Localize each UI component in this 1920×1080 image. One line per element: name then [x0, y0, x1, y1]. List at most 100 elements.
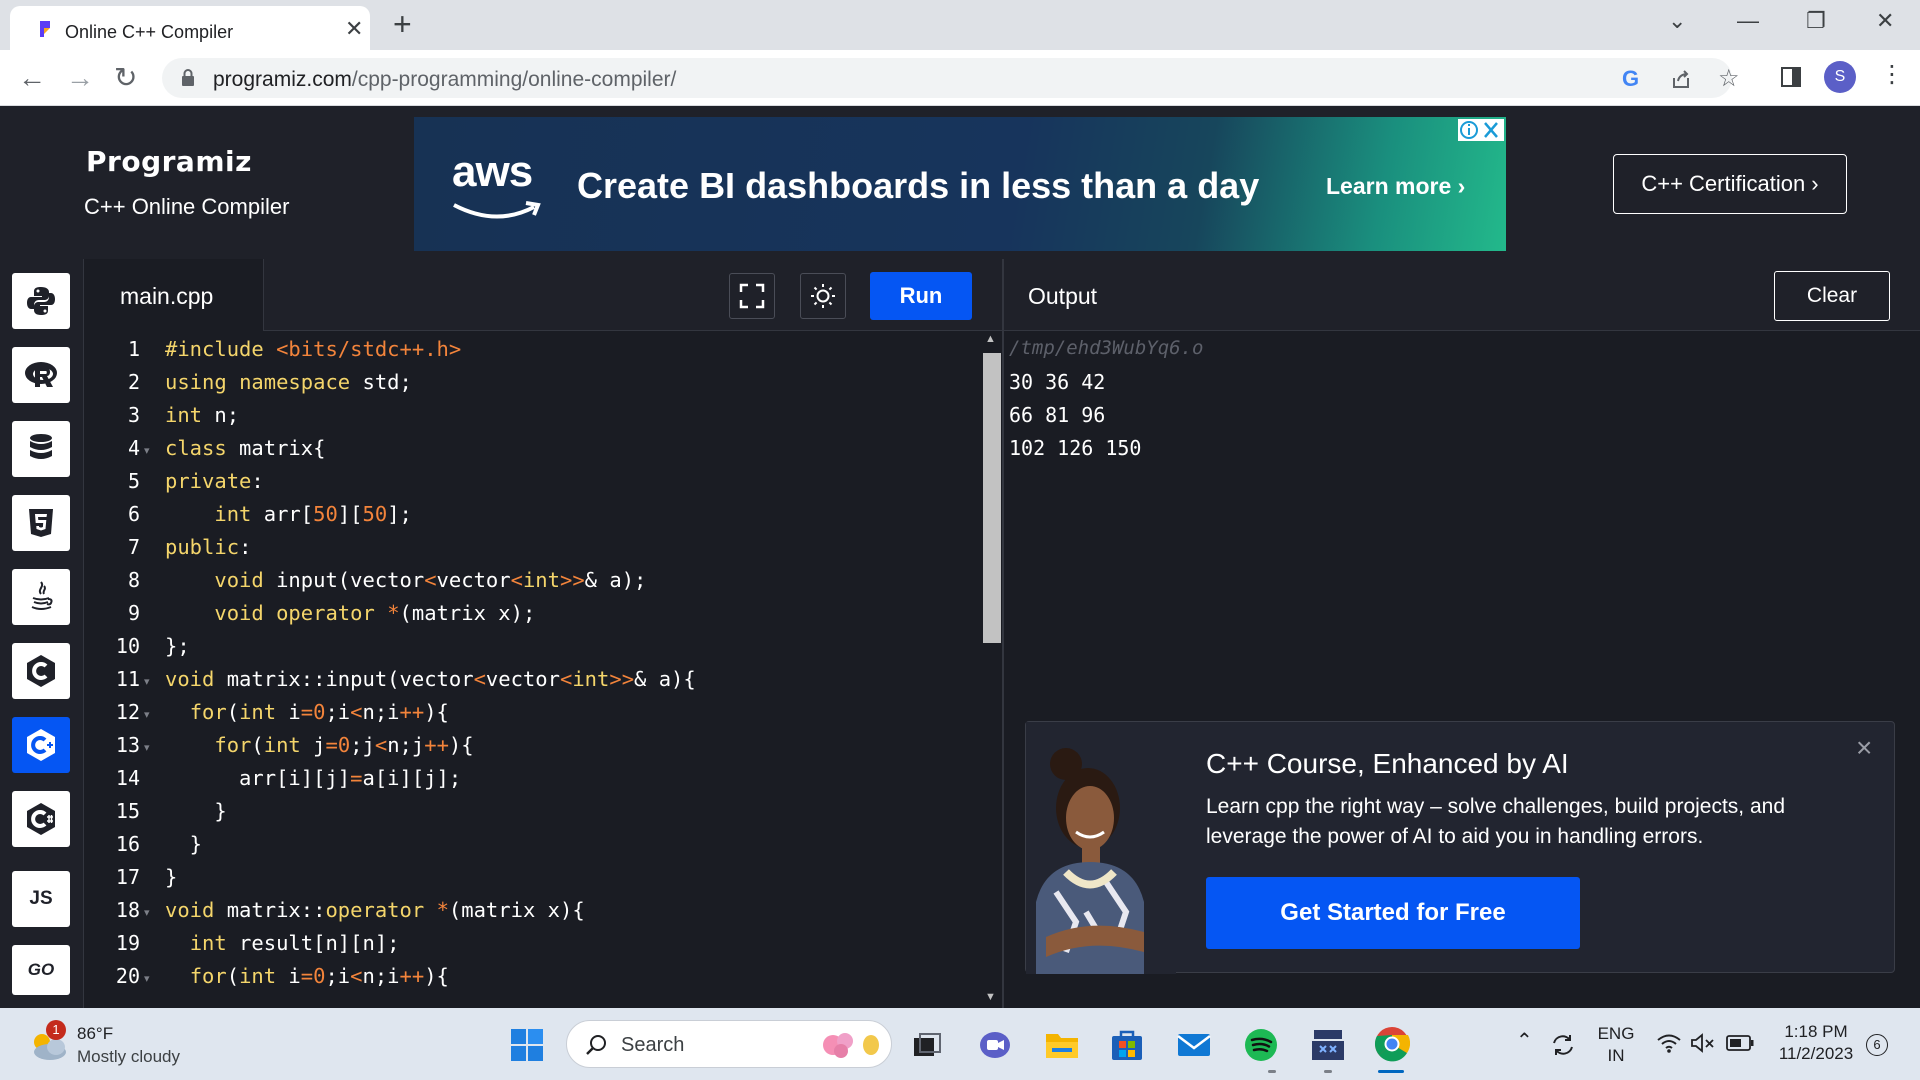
spotify-icon[interactable] — [1244, 1028, 1278, 1062]
r-icon — [25, 362, 57, 387]
address-bar[interactable]: programiz.com/cpp-programming/online-com… — [162, 58, 1740, 98]
fold-arrow-icon[interactable]: ▾ — [144, 444, 150, 457]
clock-date[interactable]: 11/2/2023 — [1770, 1044, 1862, 1064]
browser-menu-icon[interactable]: ⋮ — [1880, 60, 1904, 89]
language-indicator-top[interactable]: ENG — [1596, 1024, 1636, 1044]
editor-scrollbar[interactable]: ▲ ▼ — [978, 331, 1002, 1008]
google-icon[interactable]: G — [1622, 66, 1639, 92]
taskbar-search[interactable]: Search — [566, 1020, 892, 1068]
advertisement-banner[interactable]: aws Create BI dashboards in less than a … — [414, 117, 1506, 251]
aws-logo: aws — [452, 147, 533, 196]
code-line: void input(vector<vector<int>>& a); — [214, 568, 647, 592]
line-number: 1 — [127, 337, 140, 361]
language-sidebar: JS GO — [0, 259, 84, 1008]
java-language-button[interactable] — [12, 569, 70, 625]
code-line: for(int i=0;i<n;i++){ — [189, 964, 449, 988]
file-tab[interactable]: main.cpp — [84, 259, 264, 331]
sync-icon[interactable] — [1550, 1032, 1576, 1058]
language-indicator-bottom[interactable]: IN — [1596, 1046, 1636, 1066]
code-line: using namespace std; — [165, 370, 412, 394]
weather-description[interactable]: Mostly cloudy — [77, 1047, 180, 1067]
programiz-logo[interactable]: Programiz — [86, 145, 252, 178]
teams-chat-icon[interactable] — [978, 1030, 1012, 1060]
clear-button[interactable]: Clear — [1774, 271, 1890, 321]
mail-icon[interactable] — [1176, 1030, 1212, 1060]
python-language-button[interactable] — [12, 273, 70, 329]
weather-temperature[interactable]: 86°F — [77, 1024, 113, 1044]
line-number: 4 — [127, 436, 140, 460]
bookmark-star-icon[interactable]: ☆ — [1718, 64, 1740, 93]
lock-icon — [182, 69, 194, 86]
theme-toggle-button[interactable] — [800, 273, 846, 319]
html-language-button[interactable] — [12, 495, 70, 551]
minimize-icon[interactable]: — — [1737, 8, 1759, 34]
dev-cpp-icon[interactable] — [1310, 1026, 1346, 1062]
tab-close-icon[interactable]: ✕ — [345, 16, 363, 42]
fold-arrow-icon[interactable]: ▾ — [144, 972, 150, 985]
window-close-icon[interactable]: ✕ — [1876, 8, 1894, 34]
fullscreen-button[interactable] — [729, 273, 775, 319]
tab-search-icon[interactable]: ⌄ — [1668, 8, 1686, 34]
windows-start-icon[interactable] — [510, 1028, 544, 1062]
volume-muted-icon[interactable] — [1690, 1032, 1716, 1054]
tray-overflow-chevron-icon[interactable]: ⌃ — [1516, 1028, 1533, 1053]
sql-language-button[interactable] — [12, 421, 70, 477]
output-line: 66 81 96 — [1009, 403, 1106, 427]
instructor-photo — [1026, 722, 1176, 974]
clock-time[interactable]: 1:18 PM — [1770, 1022, 1862, 1042]
code-line: } — [165, 832, 203, 856]
restore-icon[interactable]: ❐ — [1806, 8, 1826, 34]
get-started-button[interactable]: Get Started for Free — [1206, 877, 1580, 949]
share-icon[interactable] — [1670, 68, 1692, 90]
promo-title: C++ Course, Enhanced by AI — [1206, 748, 1569, 779]
battery-icon[interactable] — [1726, 1034, 1754, 1052]
go-language-button[interactable]: GO — [12, 945, 70, 995]
fold-arrow-icon[interactable]: ▾ — [144, 906, 150, 919]
reload-icon[interactable]: ↻ — [114, 62, 137, 94]
code-editor[interactable]: 1 2 3 4 5 6 7 8 9 10 11 12 13 14 15 16 1… — [84, 331, 1002, 1008]
line-number: 12 — [115, 700, 140, 724]
code-line: void operator *(matrix x); — [214, 601, 536, 625]
javascript-language-button[interactable]: JS — [12, 871, 70, 927]
task-view-icon[interactable] — [912, 1032, 942, 1058]
run-button[interactable]: Run — [870, 272, 972, 320]
page-title: C++ Online Compiler — [84, 194, 290, 219]
ad-choices-badge[interactable] — [1458, 119, 1504, 141]
sql-database-icon — [30, 434, 52, 459]
forward-icon[interactable]: → — [66, 62, 94, 94]
code-line: } — [165, 865, 178, 889]
c-language-button[interactable] — [12, 643, 70, 699]
back-icon[interactable]: ← — [18, 62, 46, 94]
csharp-language-button[interactable] — [12, 791, 70, 847]
browser-tab[interactable]: Online C++ Compiler ✕ — [10, 6, 370, 50]
scroll-thumb[interactable] — [983, 353, 1001, 643]
promo-close-icon[interactable]: × — [1856, 732, 1872, 764]
fold-arrow-icon[interactable]: ▾ — [144, 708, 150, 721]
fold-arrow-icon[interactable]: ▾ — [144, 675, 150, 688]
r-language-button[interactable] — [12, 347, 70, 403]
microsoft-store-icon[interactable] — [1110, 1028, 1144, 1062]
notification-count-badge[interactable]: 6 — [1866, 1034, 1888, 1056]
line-number: 17 — [115, 865, 140, 889]
running-indicator — [1324, 1070, 1332, 1073]
scroll-down-icon[interactable]: ▼ — [985, 991, 996, 1003]
fold-arrow-icon[interactable]: ▾ — [144, 741, 150, 754]
java-icon — [31, 581, 53, 610]
cpp-certification-button[interactable]: C++ Certification › — [1613, 154, 1847, 214]
new-tab-icon[interactable]: + — [393, 6, 412, 43]
side-panel-icon[interactable] — [1780, 66, 1802, 88]
file-explorer-icon[interactable] — [1044, 1030, 1080, 1060]
chrome-icon[interactable] — [1374, 1026, 1410, 1062]
search-highlight-icon — [823, 1033, 879, 1058]
wifi-icon[interactable] — [1656, 1032, 1682, 1054]
profile-avatar[interactable]: S — [1824, 61, 1856, 93]
search-label: Search — [621, 1034, 685, 1056]
csharp-icon — [27, 803, 55, 835]
line-number: 13 — [115, 733, 140, 757]
code-line: for(int i=0;i<n;i++){ — [189, 700, 449, 724]
line-number: 20 — [115, 964, 140, 988]
scroll-up-icon[interactable]: ▲ — [985, 333, 996, 345]
cpp-language-button[interactable] — [12, 717, 70, 773]
url-text: programiz.com/cpp-programming/online-com… — [213, 68, 676, 92]
ad-learn-more-link[interactable]: Learn more › — [1326, 173, 1465, 200]
